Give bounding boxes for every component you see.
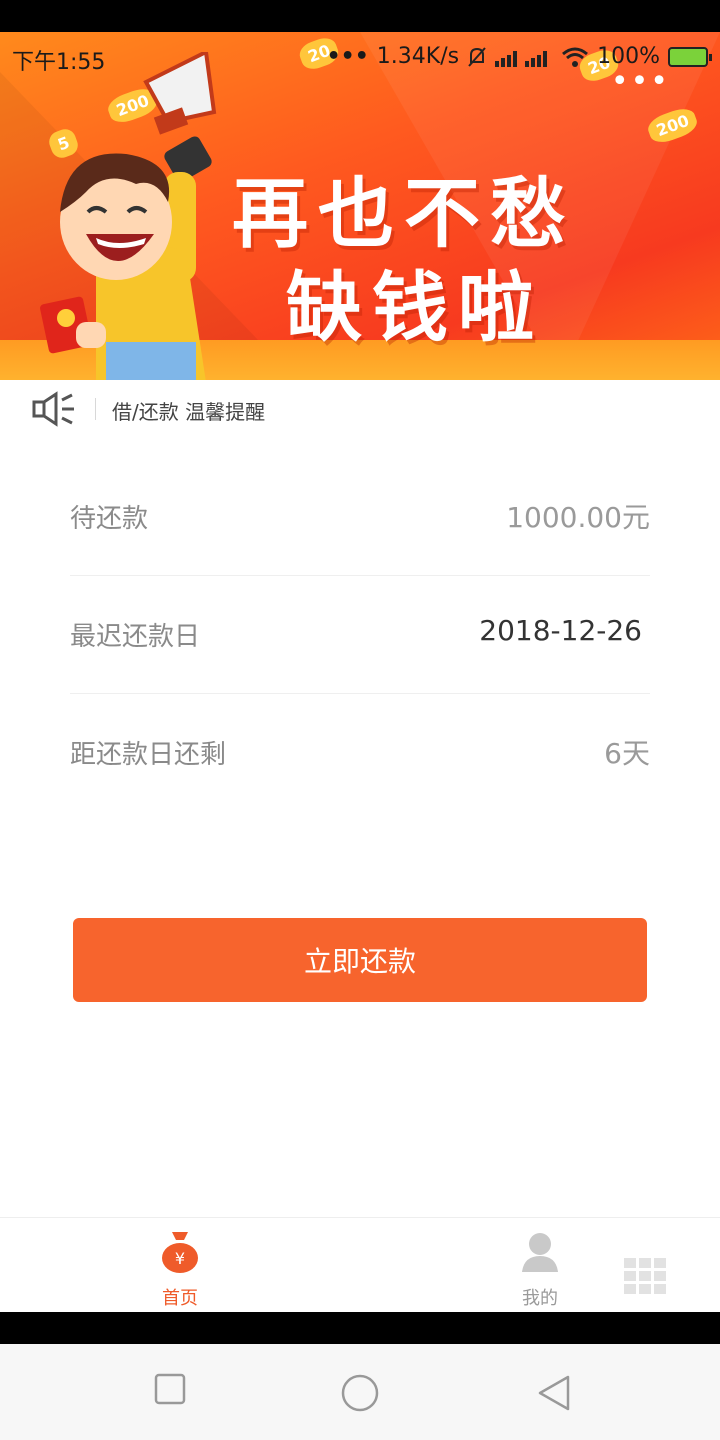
money-bag-icon: ¥: [162, 1232, 198, 1273]
grid-menu-icon[interactable]: [624, 1258, 666, 1294]
pending-amount: 1000.00元: [506, 501, 650, 534]
pending-label: 待还款: [70, 504, 149, 534]
home-circle-icon[interactable]: [341, 1374, 379, 1412]
signal-icon: [495, 50, 548, 67]
back-triangle-icon[interactable]: [536, 1374, 572, 1412]
tab-mine[interactable]: 我的: [480, 1218, 600, 1313]
mute-bell-icon: [468, 46, 486, 67]
notice-text: 借/还款 温馨提醒: [112, 400, 266, 424]
cartoon-character-illustration: [40, 52, 217, 380]
tab-mine-label: 我的: [522, 1288, 558, 1309]
network-speed: 1.34K/s: [376, 44, 460, 69]
tab-home[interactable]: ¥ 首页: [120, 1218, 240, 1313]
due-date-row: 最迟还款日 2018-12-26: [70, 576, 650, 694]
speaker-icon: [32, 391, 74, 427]
pending-repayment-row: 待还款 1000.00元: [70, 458, 650, 576]
battery-icon: [668, 46, 712, 67]
days-remaining-row: 距还款日还剩 6天: [70, 694, 650, 812]
recent-apps-icon[interactable]: [154, 1372, 186, 1406]
user-icon: [522, 1233, 558, 1272]
top-black-bar: [0, 0, 720, 32]
due-date-value: 2018-12-26: [479, 614, 642, 647]
status-time: 下午1:55: [12, 50, 106, 75]
banner-slogan-line2: 缺钱啦: [286, 263, 544, 352]
tab-home-label: 首页: [162, 1288, 198, 1309]
bottom-black-bar: [0, 1312, 720, 1344]
bottom-tab-bar: ¥ 首页 我的: [0, 1217, 720, 1312]
days-remaining-label: 距还款日还剩: [70, 740, 227, 770]
notice-divider: [95, 398, 96, 420]
svg-text:¥: ¥: [175, 1249, 185, 1268]
notice-bar[interactable]: 借/还款 温馨提醒: [0, 380, 720, 440]
wifi-icon: [562, 47, 589, 67]
due-date-label: 最迟还款日: [70, 622, 201, 652]
repay-now-button[interactable]: 立即还款: [73, 918, 647, 1002]
more-options-icon[interactable]: •••: [611, 64, 670, 99]
more-dots-icon: •••: [326, 44, 369, 69]
days-remaining-value: 6天: [604, 737, 650, 770]
system-navigation-bar: [0, 1344, 720, 1440]
